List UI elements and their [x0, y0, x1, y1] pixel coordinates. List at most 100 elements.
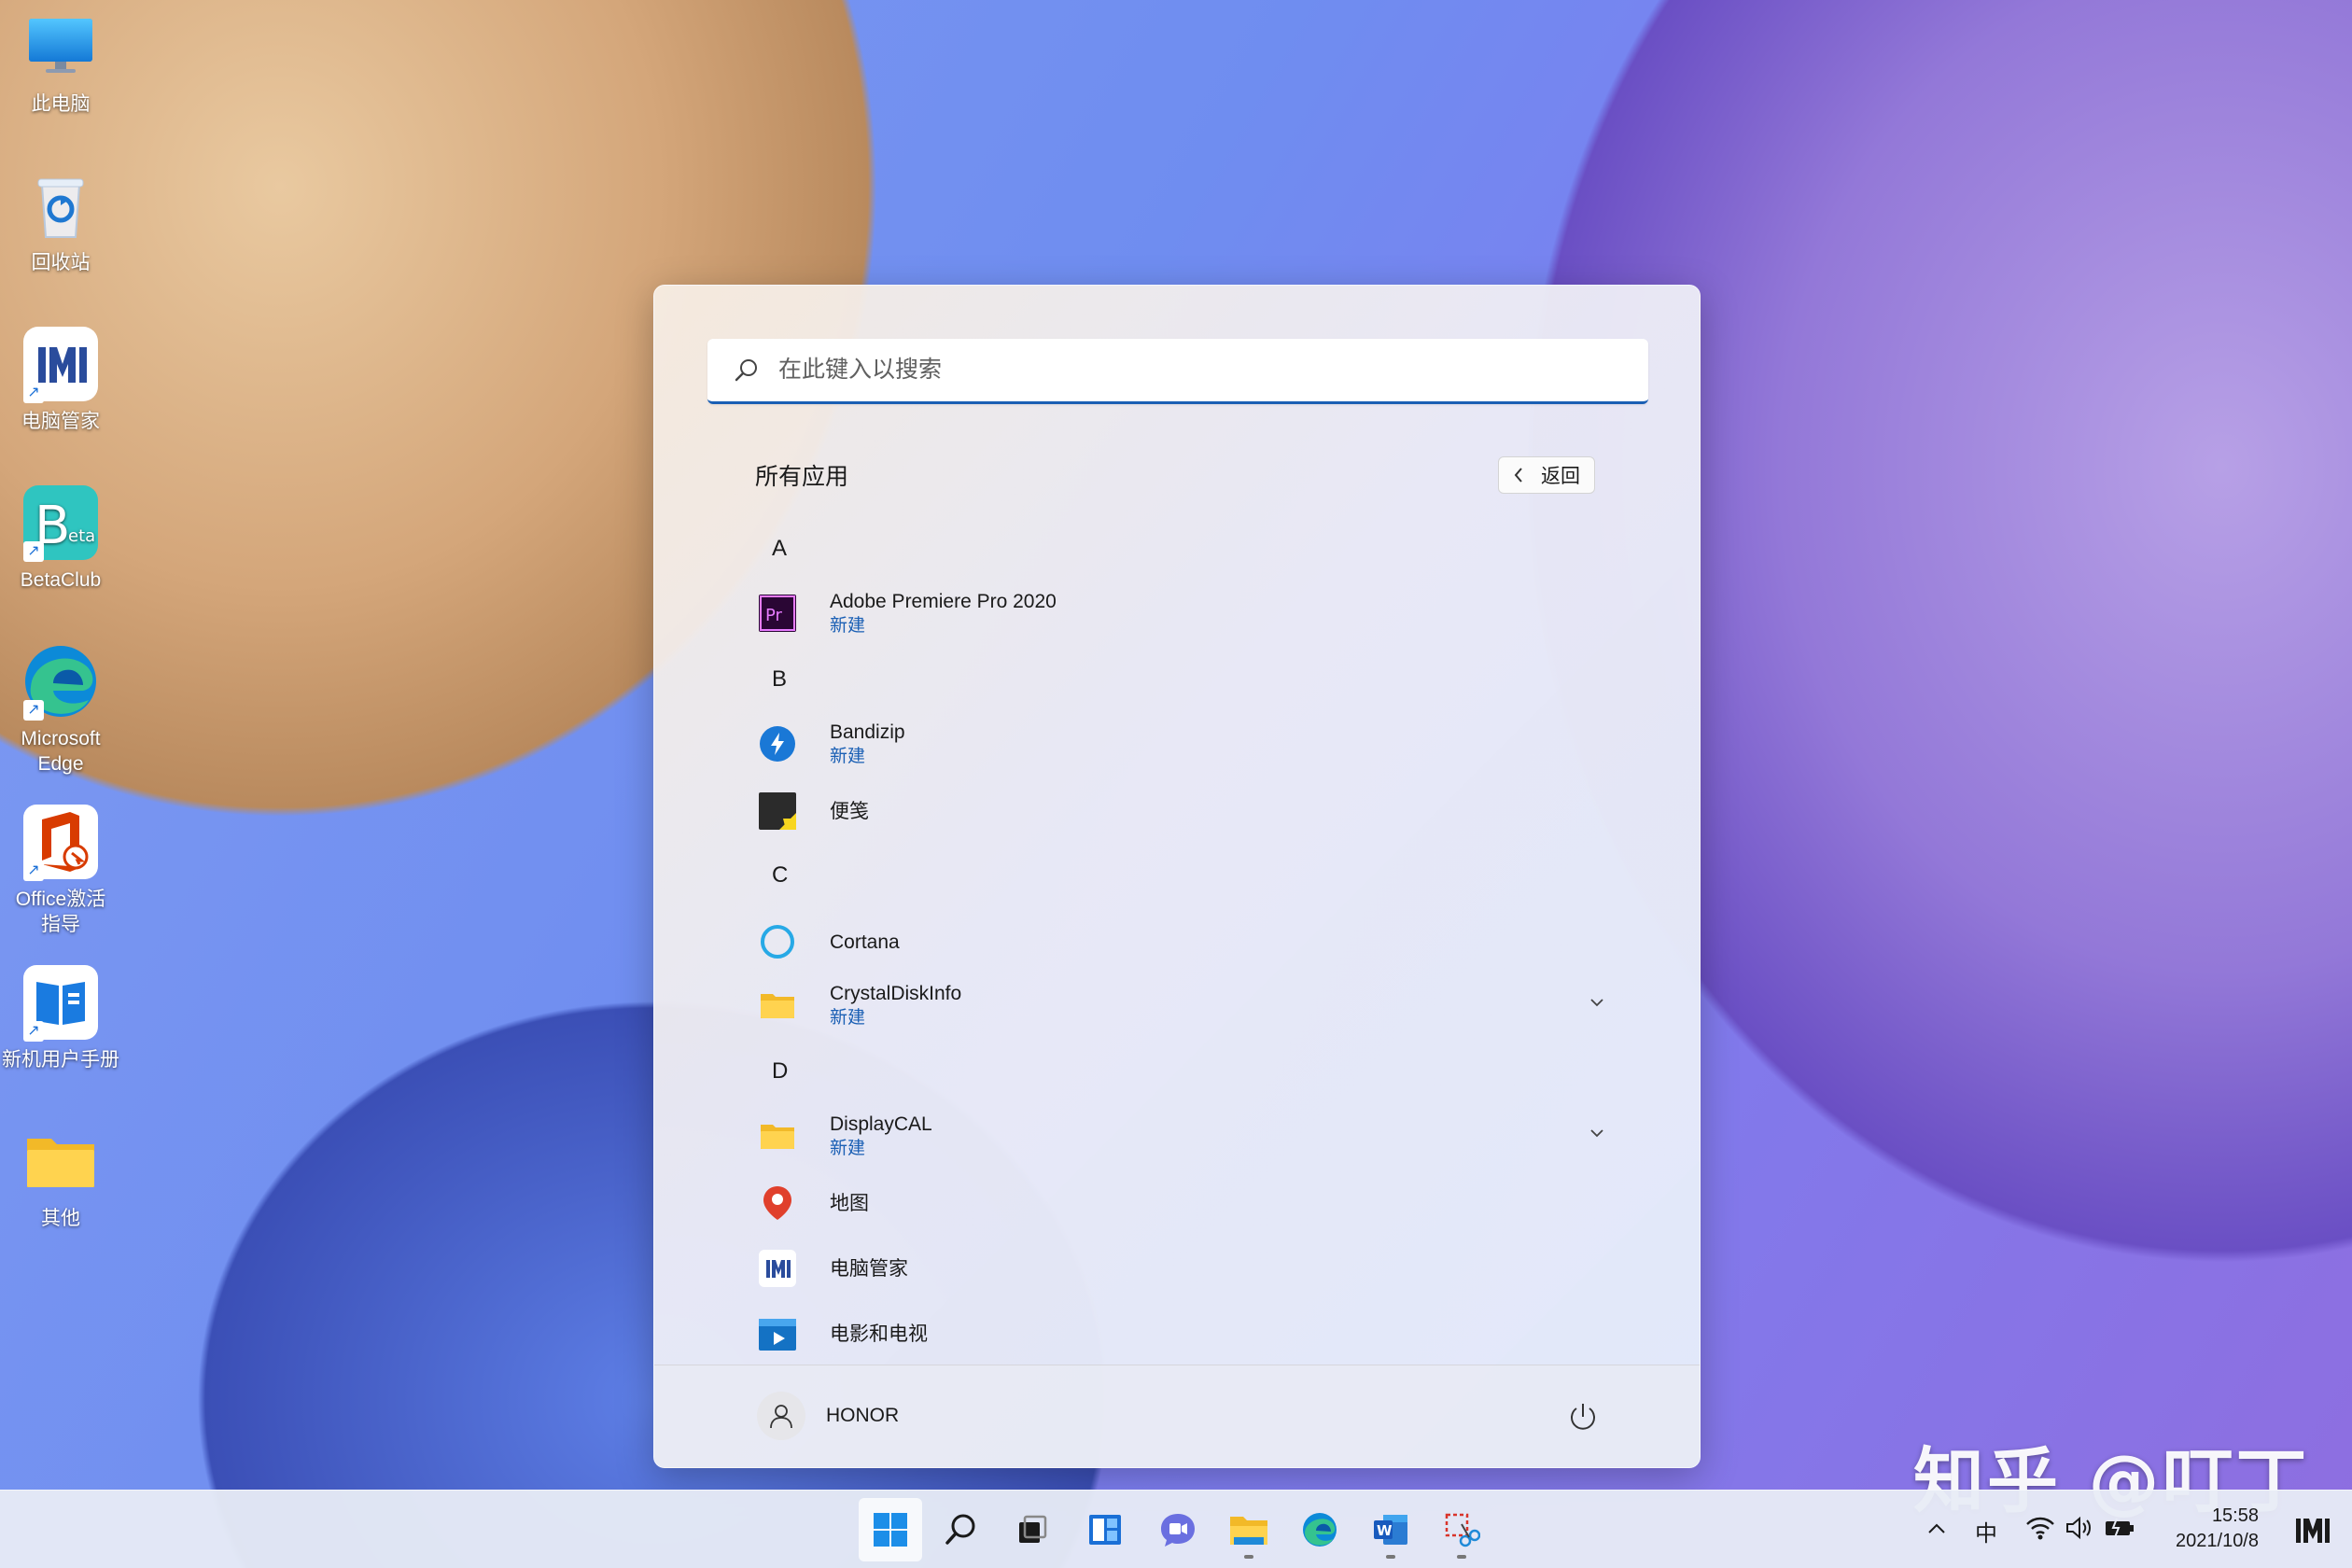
betaclub-icon: Beta ↗ [21, 483, 100, 562]
word-icon: W [1374, 1515, 1407, 1545]
app-name: 便笺 [830, 800, 869, 822]
svg-text:eta: eta [68, 526, 95, 546]
edge-icon [1303, 1513, 1337, 1547]
chat-button[interactable] [1146, 1498, 1210, 1561]
back-label: 返回 [1541, 466, 1580, 487]
start-menu-footer: HONOR [654, 1365, 1700, 1467]
shortcut-arrow-icon: ↗ [23, 541, 44, 562]
app-new-badge: 新建 [830, 1008, 866, 1028]
user-icon [770, 1405, 792, 1429]
user-account-button[interactable]: HONOR [757, 1392, 899, 1440]
desktop-icon-label: 电脑管家 [21, 411, 100, 432]
search-icon [945, 1514, 975, 1545]
app-name: 电脑管家 [830, 1257, 908, 1280]
desktop-icon-label: 新机用户手册 [2, 1049, 119, 1071]
edge-button[interactable] [1288, 1498, 1351, 1561]
svg-text:Pr: Pr [765, 606, 783, 625]
snipping-tool-icon [1445, 1513, 1480, 1547]
desktop-icon-pc-manager[interactable]: ↗ 电脑管家 [0, 325, 121, 434]
clock-date: 2021/10/8 [2176, 1531, 2259, 1551]
desktop-icon-recycle-bin[interactable]: 回收站 [0, 166, 121, 275]
folder-icon [21, 1122, 100, 1200]
file-explorer-button[interactable] [1217, 1498, 1281, 1561]
taskbar: W 中 15:58 2021/10/8 [0, 1490, 2352, 1568]
all-apps-title: 所有应用 [755, 464, 849, 490]
desktop-icon-office[interactable]: ↗ Office激活指导 [0, 803, 121, 937]
app-item-maps[interactable]: 地图 [748, 1174, 1606, 1232]
pc-manager-tray-icon[interactable] [2292, 1511, 2333, 1548]
chevron-down-icon[interactable] [1588, 1124, 1606, 1142]
widgets-icon [1089, 1515, 1121, 1545]
desktop-icon-manual[interactable]: ↗ 新机用户手册 [0, 963, 121, 1072]
search-box[interactable] [707, 339, 1648, 404]
recycle-bin-icon [21, 166, 100, 245]
desktop-icon-this-pc[interactable]: 此电脑 [0, 7, 121, 117]
taskbar-search-button[interactable] [930, 1498, 993, 1561]
back-button[interactable]: 返回 [1498, 456, 1595, 494]
desktop-icon-label: 此电脑 [31, 93, 91, 115]
app-item-movies-tv[interactable]: 电影和电视 [748, 1305, 1606, 1363]
chevron-left-icon [1514, 468, 1522, 483]
movies-tv-icon [759, 1315, 796, 1352]
app-item-sticky-notes[interactable]: 便笺 [748, 782, 1606, 840]
app-name: Adobe Premiere Pro 2020 [830, 591, 1057, 612]
widgets-button[interactable] [1073, 1498, 1137, 1561]
folder-icon [759, 1117, 796, 1155]
app-item-pc-manager[interactable]: 电脑管家 [748, 1239, 1606, 1297]
app-name: 地图 [830, 1192, 869, 1214]
task-view-button[interactable] [1001, 1498, 1064, 1561]
ime-indicator[interactable]: 中 [1975, 1515, 1997, 1547]
desktop-icon-edge[interactable]: ↗ Microsoft Edge [0, 642, 121, 777]
app-new-badge: 新建 [830, 616, 866, 636]
pc-manager-icon: ↗ [21, 325, 100, 403]
pc-manager-icon [759, 1250, 796, 1287]
clock[interactable]: 15:58 2021/10/8 [2147, 1504, 2259, 1554]
wifi-icon[interactable] [2025, 1515, 2055, 1541]
shortcut-arrow-icon: ↗ [23, 383, 44, 403]
app-item-bandizip[interactable]: Bandizip 新建 [748, 715, 1606, 773]
running-indicator [1457, 1555, 1466, 1559]
letter-header-c[interactable]: C [772, 862, 788, 889]
avatar [757, 1392, 805, 1440]
app-item-premiere[interactable]: Pr Adobe Premiere Pro 2020 新建 [748, 584, 1606, 642]
start-icon [874, 1513, 907, 1547]
chevron-up-icon[interactable] [1926, 1520, 1947, 1537]
letter-header-d[interactable]: D [772, 1058, 788, 1085]
word-button[interactable]: W [1359, 1498, 1422, 1561]
sticky-notes-icon [759, 792, 796, 830]
chevron-down-icon[interactable] [1588, 993, 1606, 1012]
office-icon: ↗ [21, 803, 100, 881]
search-input[interactable] [778, 357, 1618, 384]
shortcut-arrow-icon: ↗ [23, 861, 44, 881]
running-indicator [1386, 1555, 1395, 1559]
app-item-cortana[interactable]: Cortana [748, 913, 1606, 971]
app-item-crystaldiskinfo[interactable]: CrystalDiskInfo 新建 [748, 976, 1606, 1034]
start-menu: 所有应用 返回 A B C D Pr Adobe Premiere Pro 20… [653, 285, 1701, 1468]
desktop-icon-label: 回收站 [31, 252, 91, 273]
desktop-icon-other-folder[interactable]: 其他 [0, 1122, 121, 1231]
app-new-badge: 新建 [830, 1139, 866, 1158]
snipping-tool-button[interactable] [1430, 1498, 1493, 1561]
search-icon [735, 358, 757, 381]
task-view-icon [1019, 1515, 1047, 1543]
user-name: HONOR [826, 1405, 900, 1426]
start-button[interactable] [859, 1498, 922, 1561]
file-explorer-icon [1230, 1517, 1267, 1545]
letter-header-a[interactable]: A [772, 536, 787, 562]
desktop-icon-betaclub[interactable]: Beta ↗ BetaClub [0, 483, 121, 593]
maps-icon [759, 1184, 796, 1222]
app-name: 电影和电视 [830, 1323, 928, 1345]
app-name: Cortana [830, 931, 900, 953]
power-icon[interactable] [1567, 1401, 1599, 1433]
letter-header-b[interactable]: B [772, 666, 787, 693]
desktop-icon-label: BetaClub [20, 569, 102, 591]
app-item-displaycal[interactable]: DisplayCAL 新建 [748, 1107, 1606, 1165]
clock-time: 15:58 [2211, 1505, 2259, 1526]
chat-icon [1161, 1514, 1195, 1547]
volume-icon[interactable] [2065, 1515, 2093, 1541]
running-indicator [1244, 1555, 1253, 1559]
folder-icon [759, 987, 796, 1024]
battery-icon[interactable] [2104, 1517, 2135, 1539]
desktop-icon-label: Microsoft Edge [21, 728, 101, 775]
app-name: DisplayCAL [830, 1113, 932, 1135]
